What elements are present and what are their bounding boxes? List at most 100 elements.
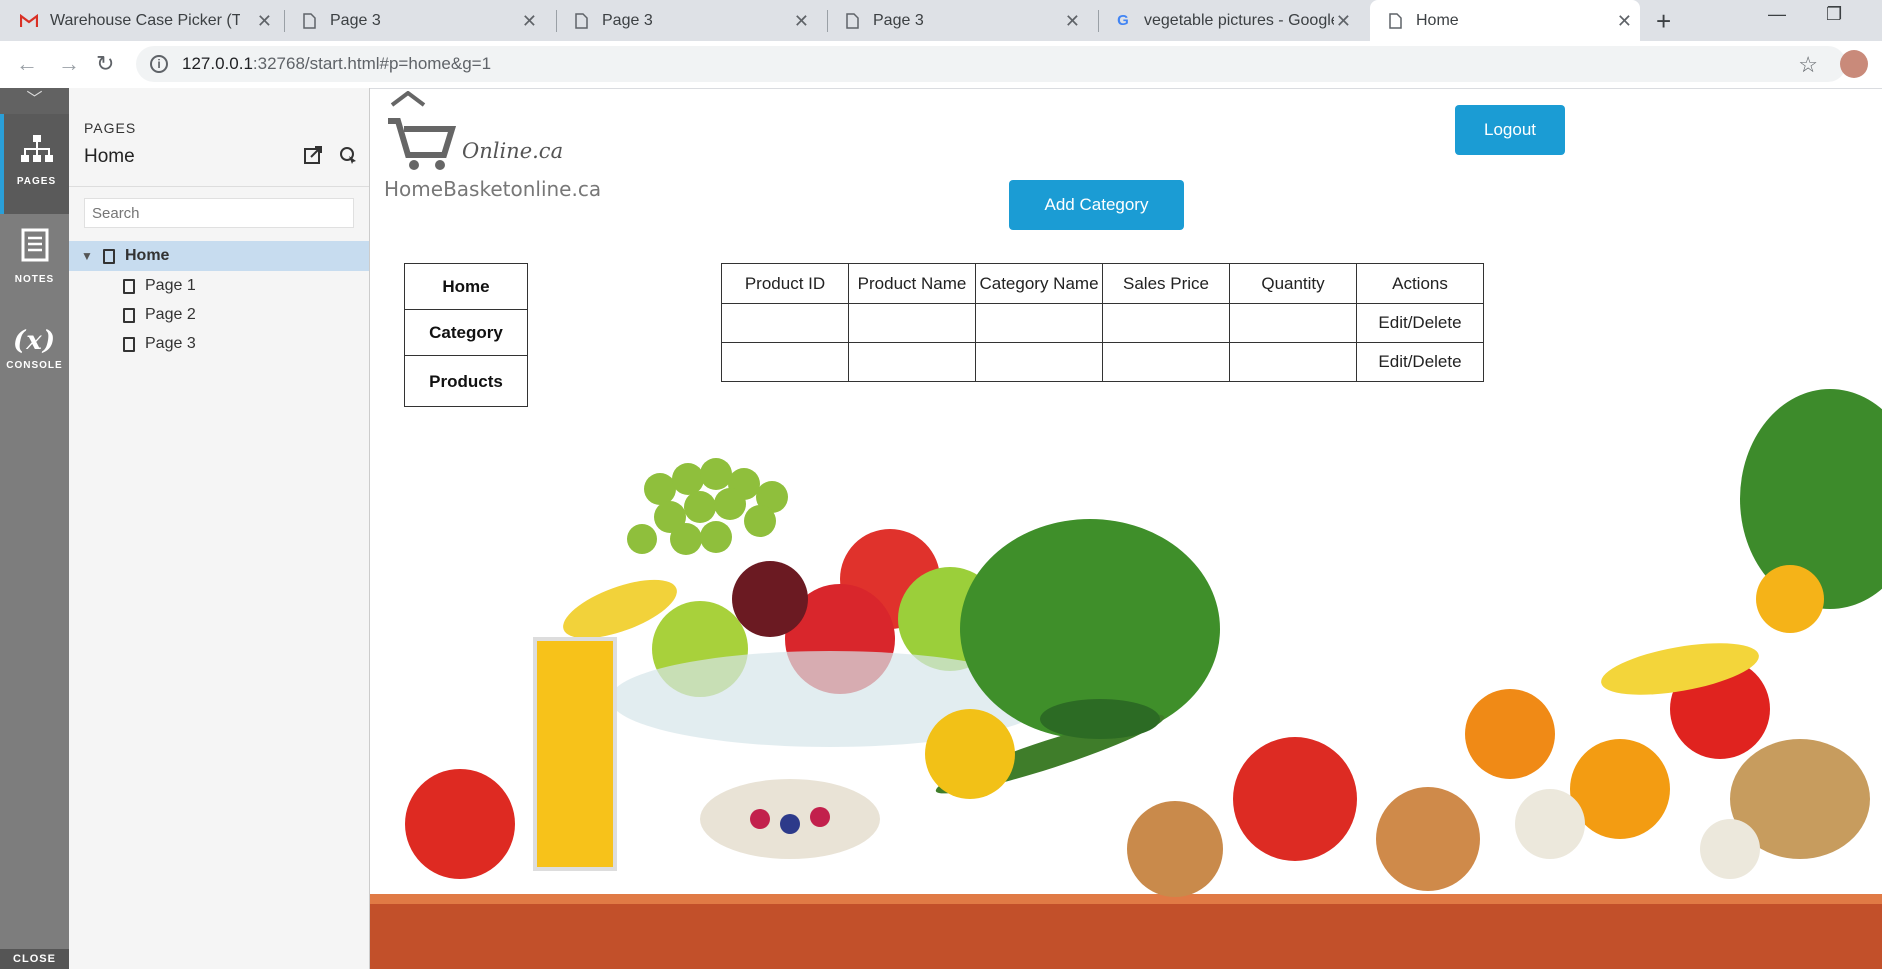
url-text: 127.0.0.1:32768/start.html#p=home&g=1 [182, 54, 492, 73]
table-cell [721, 342, 849, 382]
rail-pages-button[interactable]: PAGES [0, 114, 69, 214]
table-cell [848, 342, 976, 382]
table-row: Edit/Delete [721, 303, 1484, 343]
tab-warehouse-case-picker[interactable]: Warehouse Case Picker (Thur ✕ [20, 0, 280, 41]
tab-page-3[interactable]: Page 3 ✕ [843, 0, 1088, 41]
page-icon [123, 336, 135, 352]
tab-label: Page 3 [873, 11, 924, 29]
tool-rail: ﹀ PAGES NOTES (x) CONSOLE CLOSE [0, 88, 69, 969]
menu-item-category[interactable]: Category [405, 310, 527, 356]
tree-item-home[interactable]: ▼ Home [69, 241, 369, 271]
tree-item-page-1[interactable]: Page 1 [69, 271, 369, 301]
tab-page-3[interactable]: Page 3 ✕ [572, 0, 817, 41]
page-icon [1386, 12, 1404, 30]
bookmark-star-icon[interactable]: ☆ [1798, 52, 1818, 78]
col-header-actions: Actions [1356, 263, 1484, 304]
side-menu: Home Category Products [404, 263, 528, 407]
col-header-category-name: Category Name [975, 263, 1103, 304]
tab-home[interactable]: Home ✕ [1370, 0, 1640, 41]
tab-vegetable-pictures[interactable]: G vegetable pictures - Google S ✕ [1114, 0, 1359, 41]
tree-item-page-2[interactable]: Page 2 [69, 300, 369, 330]
export-icon[interactable] [303, 146, 327, 168]
logo-text-online: Online.ca [462, 139, 564, 163]
panel-heading: PAGES [84, 120, 137, 136]
divider [69, 186, 369, 187]
notes-icon [0, 228, 69, 270]
edit-delete-link[interactable]: Edit/Delete [1356, 342, 1484, 382]
info-icon[interactable]: i [150, 55, 168, 73]
col-header-sales-price: Sales Price [1102, 263, 1230, 304]
reload-icon[interactable]: ↻ [96, 51, 114, 77]
rail-console-label: CONSOLE [6, 360, 63, 371]
menu-item-home[interactable]: Home [405, 264, 527, 310]
shopping-cart-icon [386, 90, 457, 176]
locate-icon[interactable] [339, 147, 357, 168]
panel-title: Home [84, 146, 135, 167]
close-icon[interactable]: ✕ [1336, 11, 1351, 32]
avatar[interactable] [1840, 50, 1868, 78]
edit-delete-link[interactable]: Edit/Delete [1356, 303, 1484, 343]
tree-item-label: Page 3 [145, 335, 196, 352]
table-cell [975, 303, 1103, 343]
tab-label: vegetable pictures - Google S [1144, 11, 1334, 29]
page-icon [103, 248, 115, 264]
rail-pages-label: PAGES [16, 176, 57, 187]
table-row: Edit/Delete [721, 342, 1484, 382]
tab-separator [1098, 10, 1099, 32]
panel-actions [303, 146, 357, 169]
restore-icon[interactable]: ❐ [1826, 4, 1842, 25]
page-icon [843, 12, 861, 30]
table-cell [1229, 303, 1357, 343]
tab-separator [556, 10, 557, 32]
table-cell [721, 303, 849, 343]
tree-item-label: Home [125, 247, 170, 264]
tab-separator [284, 10, 285, 32]
add-category-button[interactable]: Add Category [1009, 180, 1184, 230]
table-cell [1229, 342, 1357, 382]
close-icon[interactable]: ✕ [794, 11, 809, 32]
products-table: Product ID Product Name Category Name Sa… [721, 263, 1484, 382]
rail-close-button[interactable]: CLOSE [0, 949, 69, 969]
url-field[interactable]: i 127.0.0.1:32768/start.html#p=home&g=1 … [136, 46, 1846, 82]
rail-notes-label: NOTES [14, 274, 55, 285]
search-input[interactable] [84, 198, 354, 228]
page-icon [572, 12, 590, 30]
page-icon [300, 12, 318, 30]
tab-label: Page 3 [602, 11, 653, 29]
logout-button[interactable]: Logout [1455, 105, 1565, 155]
tab-separator [827, 10, 828, 32]
table-cell [848, 303, 976, 343]
pages-panel: PAGES Home ▼ Home Page 1 Page 2 Page 3 [69, 88, 370, 969]
new-tab-icon[interactable]: + [1656, 6, 1671, 37]
menu-item-products[interactable]: Products [405, 356, 527, 408]
table-header-row: Product ID Product Name Category Name Sa… [721, 263, 1484, 304]
rail-notes-button[interactable]: NOTES [0, 228, 69, 285]
tree-item-page-3[interactable]: Page 3 [69, 329, 369, 359]
google-icon: G [1117, 12, 1129, 29]
close-icon[interactable]: ✕ [522, 11, 537, 32]
page-icon [123, 307, 135, 323]
col-header-quantity: Quantity [1229, 263, 1357, 304]
caret-down-icon[interactable]: ▼ [81, 249, 93, 263]
col-header-product-id: Product ID [721, 263, 849, 304]
minimize-icon[interactable]: — [1768, 4, 1786, 25]
close-icon[interactable]: ✕ [1065, 11, 1080, 32]
prototype-canvas: Online.ca HomeBasketonline.ca Logout Add… [370, 89, 1882, 969]
tab-page-3[interactable]: Page 3 ✕ [300, 0, 545, 41]
site-logo[interactable]: Online.ca HomeBasketonline.ca [384, 90, 601, 211]
close-icon[interactable]: ✕ [1617, 11, 1632, 32]
tab-label: Page 3 [330, 11, 381, 29]
tab-label: Warehouse Case Picker (Thur [50, 11, 240, 29]
tree-item-label: Page 1 [145, 277, 196, 294]
table-cell [975, 342, 1103, 382]
logo-text-name: HomeBasketonline.ca [384, 177, 602, 201]
forward-icon[interactable]: → [58, 51, 80, 77]
rail-console-button[interactable]: (x) CONSOLE [0, 326, 69, 371]
col-header-product-name: Product Name [848, 263, 976, 304]
tab-label: Home [1416, 11, 1459, 29]
close-icon[interactable]: ✕ [257, 11, 272, 32]
address-bar: ← → ↻ i 127.0.0.1:32768/start.html#p=hom… [0, 41, 1882, 89]
produce-background-image [370, 389, 1882, 969]
chevron-down-icon[interactable]: ﹀ [0, 88, 69, 114]
back-icon[interactable]: ← [16, 51, 38, 77]
